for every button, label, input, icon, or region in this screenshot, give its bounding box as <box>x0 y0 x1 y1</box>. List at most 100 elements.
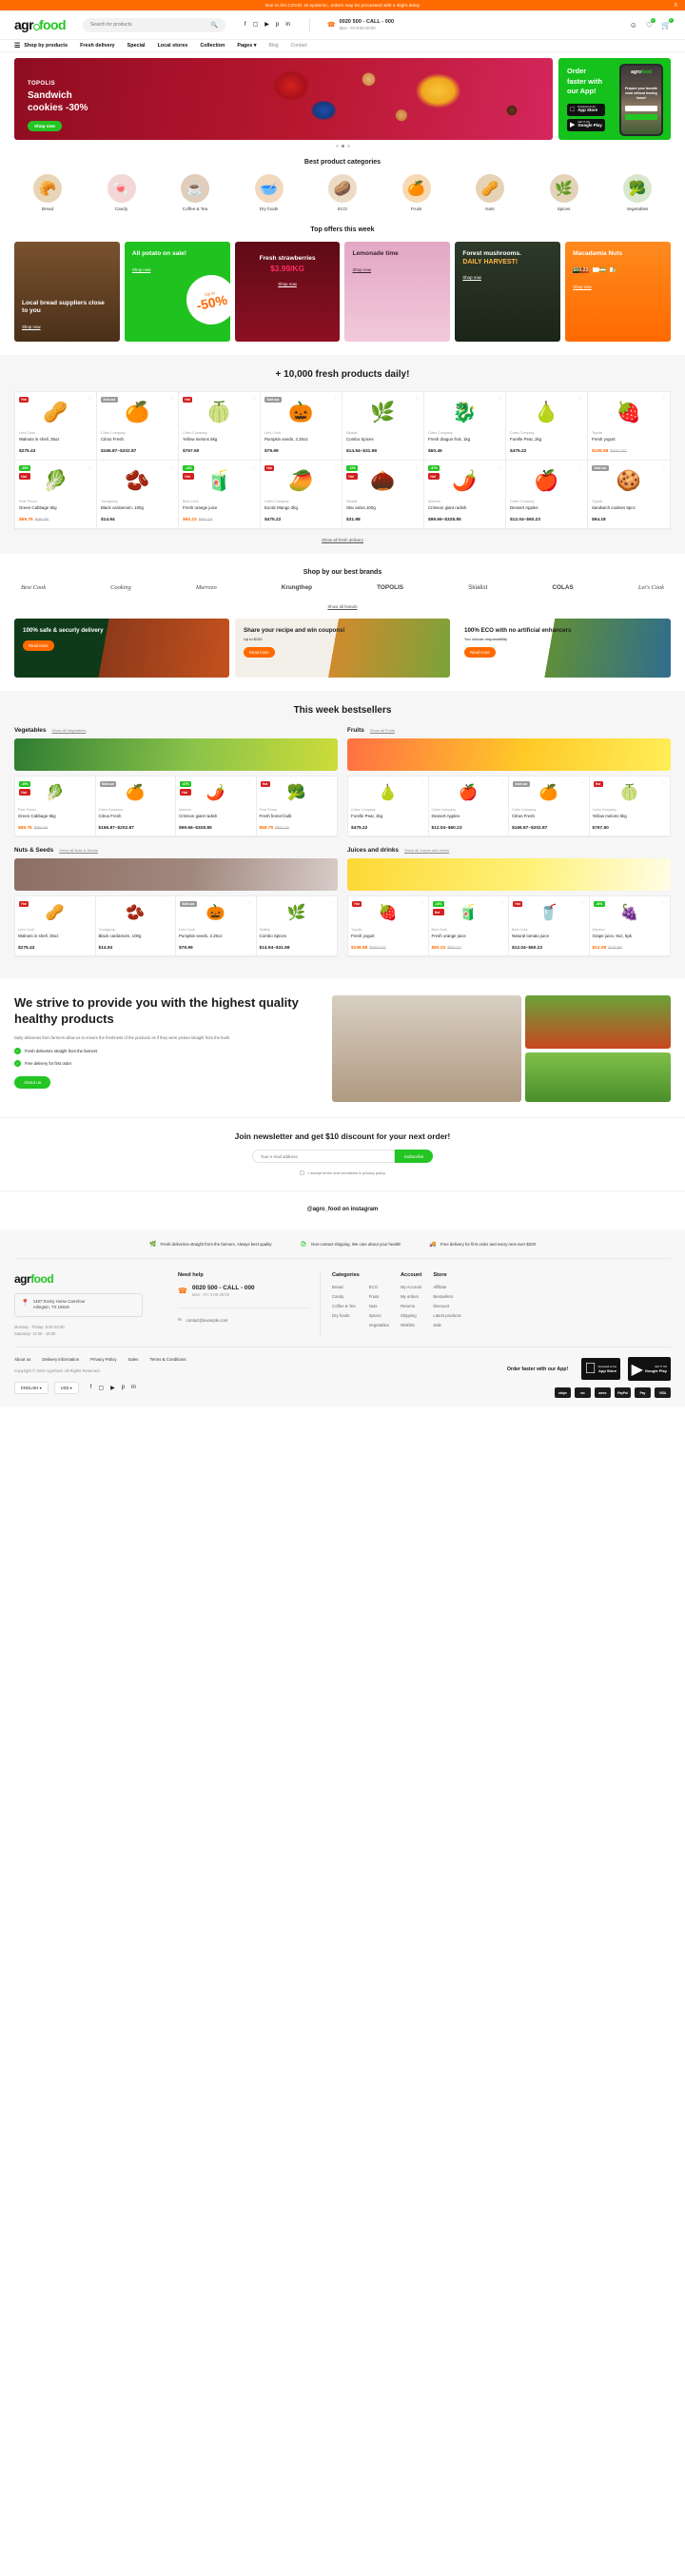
wishlist-heart-icon[interactable]: ♡ <box>420 781 423 787</box>
product-card[interactable]: ♡ 🍎 Coles Company Dessert Apples $12.04–… <box>506 461 588 529</box>
footer-store-link[interactable]: Discount <box>433 1304 460 1308</box>
wishlist-heart-icon[interactable]: ♡ <box>87 901 90 907</box>
category-item-dry-foods[interactable]: 🥣 Dry foods <box>243 174 296 211</box>
wishlist-heart-icon[interactable]: ♡ <box>334 465 338 471</box>
wishlist-heart-icon[interactable]: ♡ <box>662 397 666 403</box>
offer-strawberries[interactable]: Fresh strawberries $3.99/KG Shop now <box>234 242 341 342</box>
newsletter-email-input[interactable] <box>251 1150 395 1163</box>
offer-cta[interactable]: Shop now <box>352 267 371 272</box>
offer-macadamia[interactable]: Macadamia Nuts $60.23 $60.74 /kg Shop no… <box>565 242 671 342</box>
category-item-bread[interactable]: 🥐 Bread <box>21 174 74 211</box>
product-card[interactable]: ♡ 🫘 Youngshop Black cardamom, 100g $14.9… <box>95 896 176 956</box>
wishlist-heart-icon[interactable]: ♡ <box>329 901 333 907</box>
nav-item-contact[interactable]: Contact <box>291 43 307 49</box>
hero-banner-cookies[interactable]: TOPOLIS Sandwich cookies -30% Shop now <box>14 58 553 140</box>
product-card[interactable]: -40% ♡ 🍇 Marrezo Grape juice, 8oz, 6pk $… <box>589 896 670 956</box>
product-card[interactable]: -13% Hot ♡ 🧃 Best Cook Fresh orange juice… <box>428 896 509 956</box>
product-card[interactable]: Hot ♡ 🥤 Best Cook Natural tomato juice $… <box>509 896 590 956</box>
product-card[interactable]: -29% Hot ♡ 🥬 Pear Prown Green Cabbage 5kg… <box>15 461 97 529</box>
linkedin-icon[interactable]: in <box>285 22 290 28</box>
nav-item-pages[interactable]: Pages ▾ <box>237 43 256 49</box>
product-card[interactable]: Hot ♡ 🥜 Let's Cook Walnuts in shell, 35o… <box>15 392 97 461</box>
footer-bottom-link[interactable]: Sales <box>127 1357 138 1362</box>
language-selector[interactable]: ENGLISH ▾ <box>14 1382 49 1395</box>
wishlist-heart-icon[interactable]: ♡ <box>329 781 333 787</box>
offer-cta[interactable]: Shop now <box>132 267 151 272</box>
footer-category-link[interactable]: Coffee & Tea <box>332 1304 356 1308</box>
footer-account-link[interactable]: My orders <box>401 1294 421 1299</box>
footer-store-link[interactable]: Affiliate <box>433 1285 460 1289</box>
dot-3[interactable] <box>346 145 350 147</box>
promo-cta[interactable]: Read more <box>464 647 496 659</box>
cart-icon[interactable]: 🛒 0 <box>661 17 674 29</box>
appstore-button[interactable]:  Download on theApp Store <box>567 104 605 116</box>
offer-cta[interactable]: Shop now <box>573 285 592 289</box>
wishlist-heart-icon[interactable]: ♡ <box>167 901 171 907</box>
wishlist-heart-icon[interactable]: ♡ <box>579 397 583 403</box>
brand-krungthep[interactable]: Krungthep <box>282 584 312 591</box>
wishlist-heart-icon[interactable]: ♡ <box>662 901 666 907</box>
wishlist-heart-icon[interactable]: ♡ <box>500 781 504 787</box>
wishlist-heart-icon[interactable]: ♡ <box>88 397 92 403</box>
wishlist-heart-icon[interactable]: ♡ <box>420 901 423 907</box>
youtube-icon[interactable]: ▶ <box>264 22 269 28</box>
hero-carousel-dots[interactable] <box>0 140 685 153</box>
footer-category-link[interactable]: Dry foods <box>332 1313 356 1318</box>
promo-cta[interactable]: Read more <box>244 647 275 659</box>
footer-category-link[interactable]: Candy <box>332 1294 356 1299</box>
product-card[interactable]: Sold out ♡ 🍪 Topolis Sandwich cookies 5p… <box>588 461 670 529</box>
footer-category-link[interactable]: Fruits <box>369 1294 389 1299</box>
footer-email[interactable]: ✉ contact@example.com <box>178 1308 310 1323</box>
category-item-spices[interactable]: 🌿 Spices <box>538 174 591 211</box>
show-all-fresh-link[interactable]: Show all fresh delivery <box>0 530 685 542</box>
product-card[interactable]: -29% Hot ♡ 🥬 Pear Prown Green Cabbage 5kg… <box>15 777 96 836</box>
product-card[interactable]: ♡ 🍓 Topolis Fresh yogurt $106.58 $202.87 <box>588 392 670 461</box>
product-card[interactable]: Hot ♡ 🥜 Let's Cook Walnuts in shell, 35o… <box>15 896 96 956</box>
footer-category-link[interactable]: Spices <box>369 1313 389 1318</box>
wishlist-heart-icon[interactable]: ♡ <box>498 397 501 403</box>
brand-topolis[interactable]: TOPOLIS <box>377 584 403 591</box>
wishlist-heart-icon[interactable]: ♡ <box>247 781 251 787</box>
promo-safe-delivery[interactable]: 100% safe & securly delivery Read more <box>14 619 229 678</box>
product-card[interactable]: ♡ 🍐 Coles Company Forelle Pear, 2kg $475… <box>506 392 588 461</box>
product-card[interactable]: ♡ 🍐 Coles Company Forelle Pear, 2kg $475… <box>348 777 429 836</box>
product-card[interactable]: ♡ 🌿 Skialist Combo Spices $14.94–$31.98 <box>342 392 424 461</box>
product-card[interactable]: Sold out ♡ 🍊 Coles Company Citrus Fresh … <box>97 392 179 461</box>
wishlist-heart-icon[interactable]: ♡ <box>580 901 584 907</box>
brand-lets-cook[interactable]: Let's Cook <box>638 584 664 591</box>
product-card[interactable]: ♡ 🌿 Skialist Combo Spices $14.94–$31.98 <box>256 896 337 956</box>
footer-account-link[interactable]: Shipping <box>401 1313 421 1318</box>
wishlist-heart-icon[interactable]: ♡ <box>334 397 338 403</box>
pinterest-icon[interactable]: p <box>122 1385 125 1391</box>
wishlist-heart-icon[interactable]: ♡ <box>87 781 90 787</box>
bestseller-show-all[interactable]: Show all Nuts & Seeds <box>59 848 98 853</box>
footer-account-link[interactable]: My Account <box>401 1285 421 1289</box>
nav-item-fresh-delivery[interactable]: Fresh delivery <box>80 43 115 49</box>
dot-1[interactable] <box>335 145 339 147</box>
bestseller-show-all[interactable]: Show all Vegetables <box>51 728 86 733</box>
promo-cta[interactable]: Read more <box>23 640 54 652</box>
offer-cta[interactable]: Shop now <box>22 324 41 329</box>
linkedin-icon[interactable]: in <box>131 1385 136 1391</box>
newsletter-subscribe-button[interactable]: Subscribe <box>394 1150 434 1163</box>
wishlist-heart-icon[interactable]: ♡ <box>580 781 584 787</box>
product-card[interactable]: Hot ♡ 🍈 Coles Company Yellow melons 5kg … <box>179 392 261 461</box>
nav-shop-by-products[interactable]: ☰ Shop by products <box>14 42 68 49</box>
nav-item-blog[interactable]: Blog <box>269 43 279 49</box>
brand-colas[interactable]: COLAS <box>552 584 573 591</box>
show-all-brands-link[interactable]: Show all brands <box>0 595 685 609</box>
promo-share-recipe[interactable]: Share your recipe and win coupons! Up to… <box>235 619 450 678</box>
wishlist-heart-icon[interactable]: ♡ <box>416 465 420 471</box>
consent-checkbox[interactable] <box>300 1170 305 1175</box>
wishlist-heart-icon[interactable]: ♡ <box>170 465 174 471</box>
wishlist-heart-icon[interactable]: ♡ <box>252 465 256 471</box>
nav-item-special[interactable]: Special <box>127 43 146 49</box>
product-card[interactable]: -67% Hot ♡ 🌶️ Marrezo Crimson giant radis… <box>424 461 506 529</box>
about-us-button[interactable]: About us <box>14 1075 51 1089</box>
footer-store-link[interactable]: Sale <box>433 1323 460 1327</box>
wishlist-heart-icon[interactable]: ♡ <box>247 901 251 907</box>
product-card[interactable]: Hot ♡ 🥦 Pear Prown Fresh fennel bulb $69… <box>256 777 337 836</box>
promo-eco[interactable]: 100% ECO with no artificial enhancers Yo… <box>456 619 671 678</box>
nav-item-collection[interactable]: Collection <box>200 43 225 49</box>
search-box[interactable]: 🔍 <box>82 17 225 32</box>
